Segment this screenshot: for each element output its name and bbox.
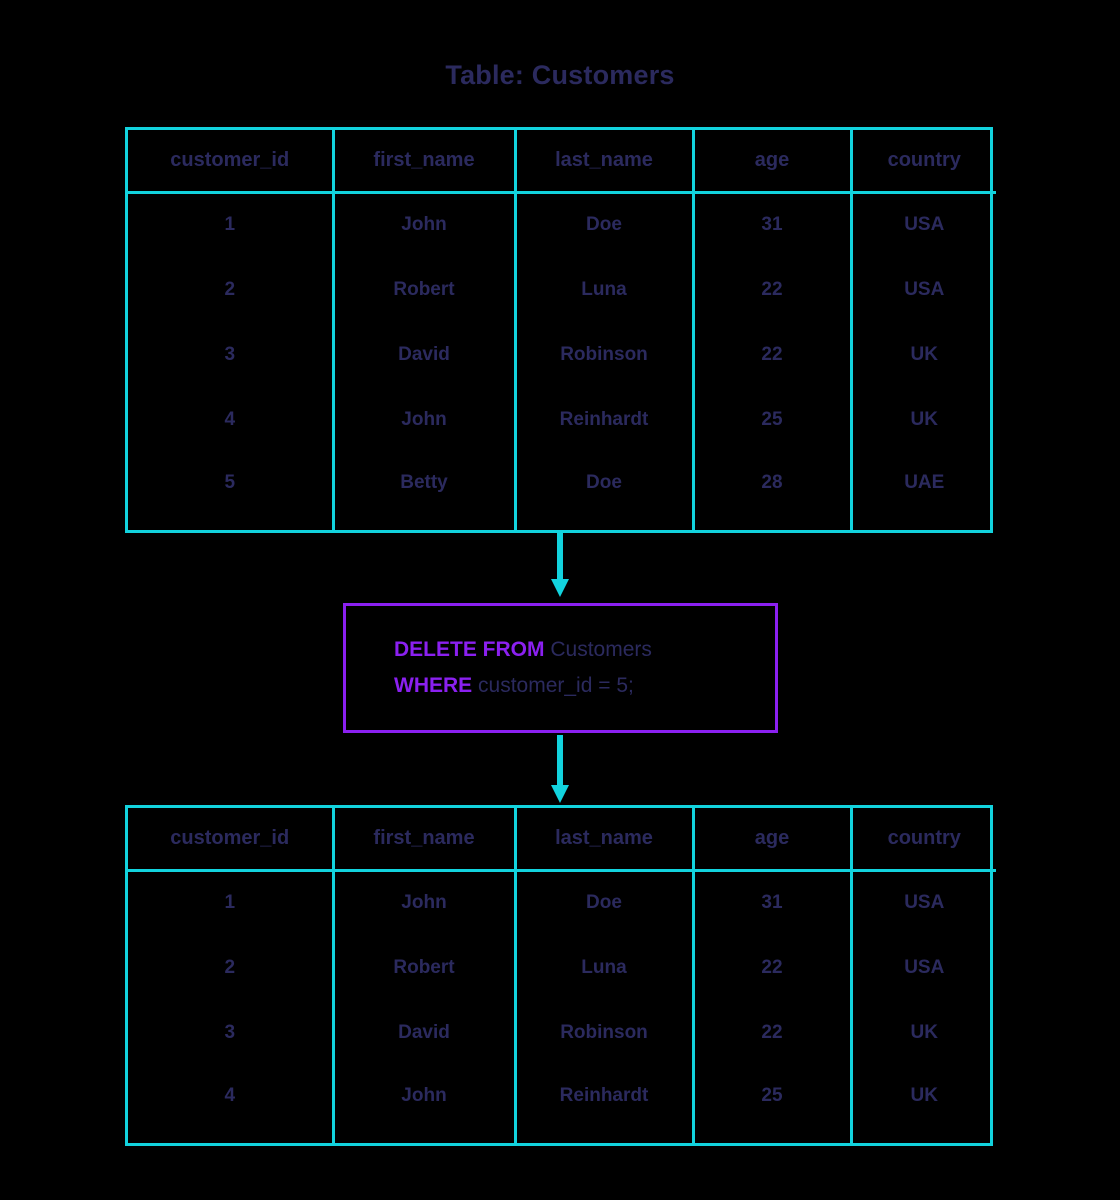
cell-first-name: Robert <box>333 257 517 322</box>
delete-statement-diagram: Table: Customers customer_id first_name … <box>0 0 1120 1200</box>
cell-country: UK <box>910 343 938 365</box>
cell-customer-id: 3 <box>128 322 335 387</box>
arrow-head <box>551 579 569 597</box>
cell-age: 22 <box>693 257 853 322</box>
sql-query-line-1: DELETE FROM Customers <box>394 632 775 668</box>
arrow-head <box>551 785 569 803</box>
cell-last-name: Reinhardt <box>515 1065 695 1143</box>
cell-age: 28 <box>693 452 853 530</box>
customers-table-after: customer_id first_name last_name age cou… <box>125 805 996 1146</box>
cell-country: USA <box>904 892 945 914</box>
column-header-customer-id: customer_id <box>128 130 335 194</box>
sql-table-name: Customers <box>550 638 652 661</box>
cell-first-name: John <box>333 192 517 257</box>
cell-age: 31 <box>693 870 853 935</box>
column-header-last-name: last_name <box>515 130 695 194</box>
cell-customer-id: 3 <box>128 1000 335 1065</box>
cell-first-name: Robert <box>333 935 517 1000</box>
cell-age: 22 <box>693 935 853 1000</box>
cell-country: USA <box>904 278 945 300</box>
cell-country: UK <box>910 408 938 430</box>
arrow-down-icon-to-query <box>551 533 569 598</box>
cell-last-name: Robinson <box>515 322 695 387</box>
table-row: 2 Robert Luna 22 USA <box>128 935 996 1000</box>
table-row: 2 Robert Luna 22 USA <box>128 257 996 322</box>
cell-age: 22 <box>693 1000 853 1065</box>
cell-last-name: Robinson <box>515 1000 695 1065</box>
column-header-customer-id: customer_id <box>128 808 335 872</box>
cell-customer-id: 5 <box>128 452 335 530</box>
cell-last-name: Reinhardt <box>515 387 695 452</box>
table-row: 4 John Reinhardt 25 UK <box>128 387 996 452</box>
cell-customer-id: 4 <box>128 387 335 452</box>
cell-last-name: Doe <box>515 192 695 257</box>
column-header-country: country <box>851 130 996 194</box>
cell-first-name: John <box>333 1065 517 1143</box>
table-row: 3 David Robinson 22 UK <box>128 1000 996 1065</box>
sql-query-box: DELETE FROM Customers WHERE customer_id … <box>343 603 778 733</box>
table-row: 5 Betty Doe 28 UAE <box>128 452 996 530</box>
sql-keyword-delete-from: DELETE FROM <box>394 638 545 661</box>
cell-customer-id: 1 <box>128 870 335 935</box>
cell-country: USA <box>904 214 945 236</box>
cell-age: 25 <box>693 387 853 452</box>
arrow-shaft <box>557 533 563 581</box>
column-header-age: age <box>693 130 853 194</box>
cell-customer-id: 1 <box>128 192 335 257</box>
table-row: 4 John Reinhardt 25 UK <box>128 1065 996 1143</box>
column-header-first-name: first_name <box>333 130 517 194</box>
column-header-first-name: first_name <box>333 808 517 872</box>
cell-last-name: Luna <box>515 935 695 1000</box>
arrow-down-icon-to-result <box>551 735 569 805</box>
cell-last-name: Doe <box>515 452 695 530</box>
table-header-row: customer_id first_name last_name age cou… <box>128 808 996 872</box>
cell-first-name: Betty <box>333 452 517 530</box>
cell-first-name: John <box>333 387 517 452</box>
cell-last-name: Doe <box>515 870 695 935</box>
table-row: 1 John Doe 31 USA <box>128 192 996 257</box>
cell-age: 22 <box>693 322 853 387</box>
sql-query-line-2: WHERE customer_id = 5; <box>394 668 775 704</box>
cell-age: 25 <box>693 1065 853 1143</box>
column-header-age: age <box>693 808 853 872</box>
cell-country: USA <box>904 956 945 978</box>
cell-customer-id: 2 <box>128 257 335 322</box>
page-title: Table: Customers <box>445 60 675 90</box>
table-row: 1 John Doe 31 USA <box>128 870 996 935</box>
cell-country: UK <box>910 1085 938 1106</box>
column-header-country: country <box>851 808 996 872</box>
column-header-last-name: last_name <box>515 808 695 872</box>
table-row: 3 David Robinson 22 UK <box>128 322 996 387</box>
table-header-row: customer_id first_name last_name age cou… <box>128 130 996 194</box>
sql-keyword-where: WHERE <box>394 674 473 697</box>
arrow-shaft <box>557 735 563 787</box>
cell-first-name: David <box>333 322 517 387</box>
cell-last-name: Luna <box>515 257 695 322</box>
cell-age: 31 <box>693 192 853 257</box>
customers-table-before: customer_id first_name last_name age cou… <box>125 127 996 533</box>
sql-condition: customer_id = 5; <box>478 674 634 697</box>
cell-country: UK <box>910 1021 938 1043</box>
cell-customer-id: 4 <box>128 1065 335 1143</box>
cell-customer-id: 2 <box>128 935 335 1000</box>
cell-first-name: David <box>333 1000 517 1065</box>
cell-country: UAE <box>904 472 945 493</box>
cell-first-name: John <box>333 870 517 935</box>
